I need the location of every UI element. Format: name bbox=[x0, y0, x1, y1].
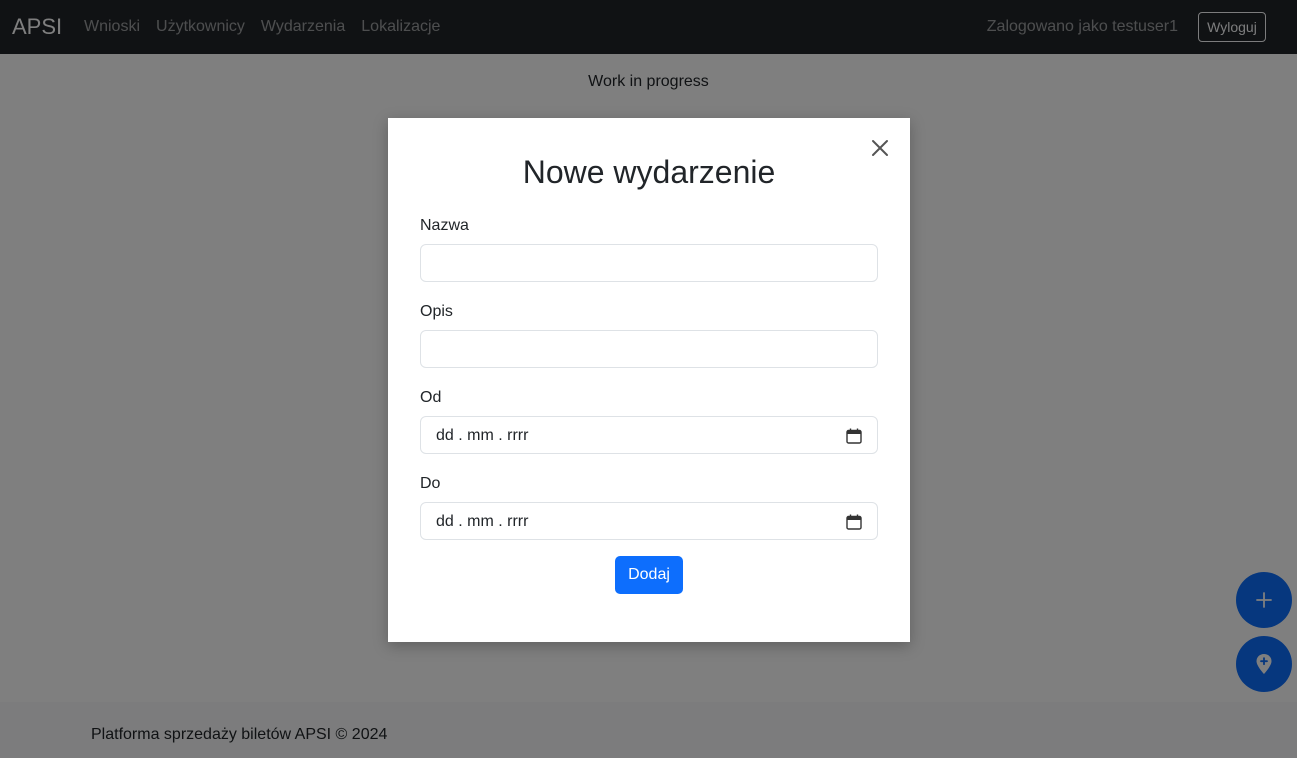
submit-button[interactable]: Dodaj bbox=[615, 556, 683, 594]
calendar-icon[interactable] bbox=[845, 513, 863, 531]
calendar-icon[interactable] bbox=[845, 427, 863, 445]
name-label: Nazwa bbox=[420, 217, 469, 234]
modal-title: Nowe wydarzenie bbox=[522, 154, 776, 190]
name-input[interactable] bbox=[420, 244, 878, 282]
to-date-label: Do bbox=[420, 475, 441, 492]
to-date-placeholder: dd . mm . rrrr bbox=[436, 513, 529, 530]
from-date-label: Od bbox=[420, 389, 442, 406]
from-date-placeholder: dd . mm . rrrr bbox=[436, 427, 529, 444]
description-label: Opis bbox=[420, 303, 453, 320]
description-input[interactable] bbox=[420, 330, 878, 368]
to-date-input[interactable]: dd . mm . rrrr bbox=[420, 502, 878, 540]
from-date-input[interactable]: dd . mm . rrrr bbox=[420, 416, 878, 454]
